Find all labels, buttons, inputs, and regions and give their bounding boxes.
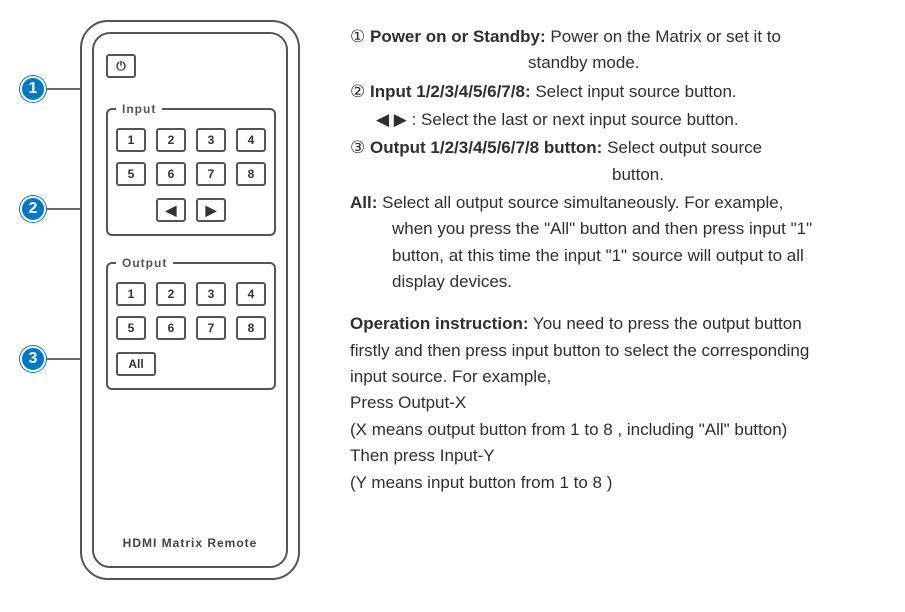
desc-item-op-text-c: input source. For example, (350, 367, 551, 386)
desc-item-all-text-b: when you press the "All" button and then… (350, 216, 885, 242)
output-all-row: All (116, 352, 266, 376)
desc-item-2b: ◀ ▶ : Select the last or next input sour… (350, 107, 885, 133)
desc-item-3-num: ③ (350, 138, 365, 157)
output-7-button[interactable]: 7 (196, 316, 226, 340)
callout-3-number: 3 (20, 346, 46, 372)
power-row: ⏻ (106, 54, 274, 78)
callout-3-line (46, 358, 80, 360)
input-5-button[interactable]: 5 (116, 162, 146, 186)
output-button-grid: 1 2 3 4 5 6 7 8 (116, 282, 266, 340)
desc-item-all-text-a: Select all output source simultaneously.… (382, 193, 783, 212)
desc-item-2b-arrows: ◀ ▶ (376, 110, 407, 129)
output-8-button[interactable]: 8 (236, 316, 266, 340)
desc-item-all-text-d: display devices. (350, 269, 885, 295)
desc-item-1-text-a: Power on the Matrix or set it to (550, 27, 781, 46)
desc-item-3: ③ Output 1/2/3/4/5/6/7/8 button: Select … (350, 135, 885, 188)
input-legend: Input (116, 102, 162, 116)
input-6-button[interactable]: 6 (156, 162, 186, 186)
input-4-button[interactable]: 4 (236, 128, 266, 152)
input-next-button[interactable]: ▶ (196, 198, 226, 222)
desc-item-3-text-b: button. (350, 162, 885, 188)
input-prev-button[interactable]: ◀ (156, 198, 186, 222)
remote-label: HDMI Matrix Remote (106, 536, 274, 556)
output-4-button[interactable]: 4 (236, 282, 266, 306)
desc-item-1: ① Power on or Standby: Power on the Matr… (350, 24, 885, 77)
desc-item-op-text-e: (X means output button from 1 to 8 , inc… (350, 420, 787, 439)
output-all-button[interactable]: All (116, 352, 156, 376)
input-2-button[interactable]: 2 (156, 128, 186, 152)
power-button[interactable]: ⏻ (106, 54, 136, 78)
output-legend: Output (116, 256, 173, 270)
callout-2-number: 2 (20, 196, 46, 222)
output-group: Output 1 2 3 4 5 6 7 8 All (106, 256, 276, 390)
callout-1: 1 (20, 76, 80, 102)
callout-3: 3 (20, 346, 80, 372)
desc-item-op-text-f: Then press Input-Y (350, 446, 495, 465)
input-3-button[interactable]: 3 (196, 128, 226, 152)
output-1-button[interactable]: 1 (116, 282, 146, 306)
desc-item-2b-text: : Select the last or next input source b… (412, 110, 739, 129)
remote-outer-shell: ⏻ Input 1 2 3 4 5 6 7 8 (80, 20, 300, 580)
power-icon: ⏻ (116, 59, 126, 74)
output-2-button[interactable]: 2 (156, 282, 186, 306)
remote-inner-shell: ⏻ Input 1 2 3 4 5 6 7 8 (92, 32, 288, 568)
desc-item-all-text-c: button, at this time the input "1" sourc… (350, 243, 885, 269)
desc-item-2-text: Select input source button. (535, 82, 736, 101)
desc-item-3-text-a: Select output source (607, 138, 762, 157)
input-7-button[interactable]: 7 (196, 162, 226, 186)
desc-item-op-text-d: Press Output-X (350, 393, 466, 412)
callout-2: 2 (20, 196, 80, 222)
desc-item-op-text-g: (Y means input button from 1 to 8 ) (350, 473, 612, 492)
callout-2-line (46, 208, 80, 210)
desc-item-op-text-a: You need to press the output button (533, 314, 802, 333)
output-3-button[interactable]: 3 (196, 282, 226, 306)
description-column: ① Power on or Standby: Power on the Matr… (350, 20, 885, 496)
remote-diagram-column: 1 2 3 ⏻ Input 1 2 (20, 20, 330, 580)
desc-item-op-text-b: firstly and then press input button to s… (350, 341, 809, 360)
output-6-button[interactable]: 6 (156, 316, 186, 340)
input-group: Input 1 2 3 4 5 6 7 8 ◀ ▶ (106, 102, 276, 236)
input-1-button[interactable]: 1 (116, 128, 146, 152)
input-arrow-row: ◀ ▶ (116, 198, 266, 222)
desc-item-all-label: All: (350, 193, 377, 212)
callout-1-line (46, 88, 80, 90)
desc-item-op-label: Operation instruction: (350, 314, 529, 333)
desc-item-2: ② Input 1/2/3/4/5/6/7/8: Select input so… (350, 79, 885, 105)
page-container: 1 2 3 ⏻ Input 1 2 (20, 20, 885, 580)
callout-1-number: 1 (20, 76, 46, 102)
desc-item-op: Operation instruction: You need to press… (350, 311, 885, 495)
output-5-button[interactable]: 5 (116, 316, 146, 340)
input-8-button[interactable]: 8 (236, 162, 266, 186)
desc-item-1-text-b: standby mode. (350, 50, 885, 76)
desc-item-all: All: Select all output source simultaneo… (350, 190, 885, 295)
desc-item-2-label: Input 1/2/3/4/5/6/7/8: (370, 82, 531, 101)
desc-item-2-num: ② (350, 82, 365, 101)
desc-item-1-label: Power on or Standby: (370, 27, 546, 46)
desc-item-1-num: ① (350, 27, 365, 46)
input-button-grid: 1 2 3 4 5 6 7 8 (116, 128, 266, 186)
desc-item-3-label: Output 1/2/3/4/5/6/7/8 button: (370, 138, 602, 157)
